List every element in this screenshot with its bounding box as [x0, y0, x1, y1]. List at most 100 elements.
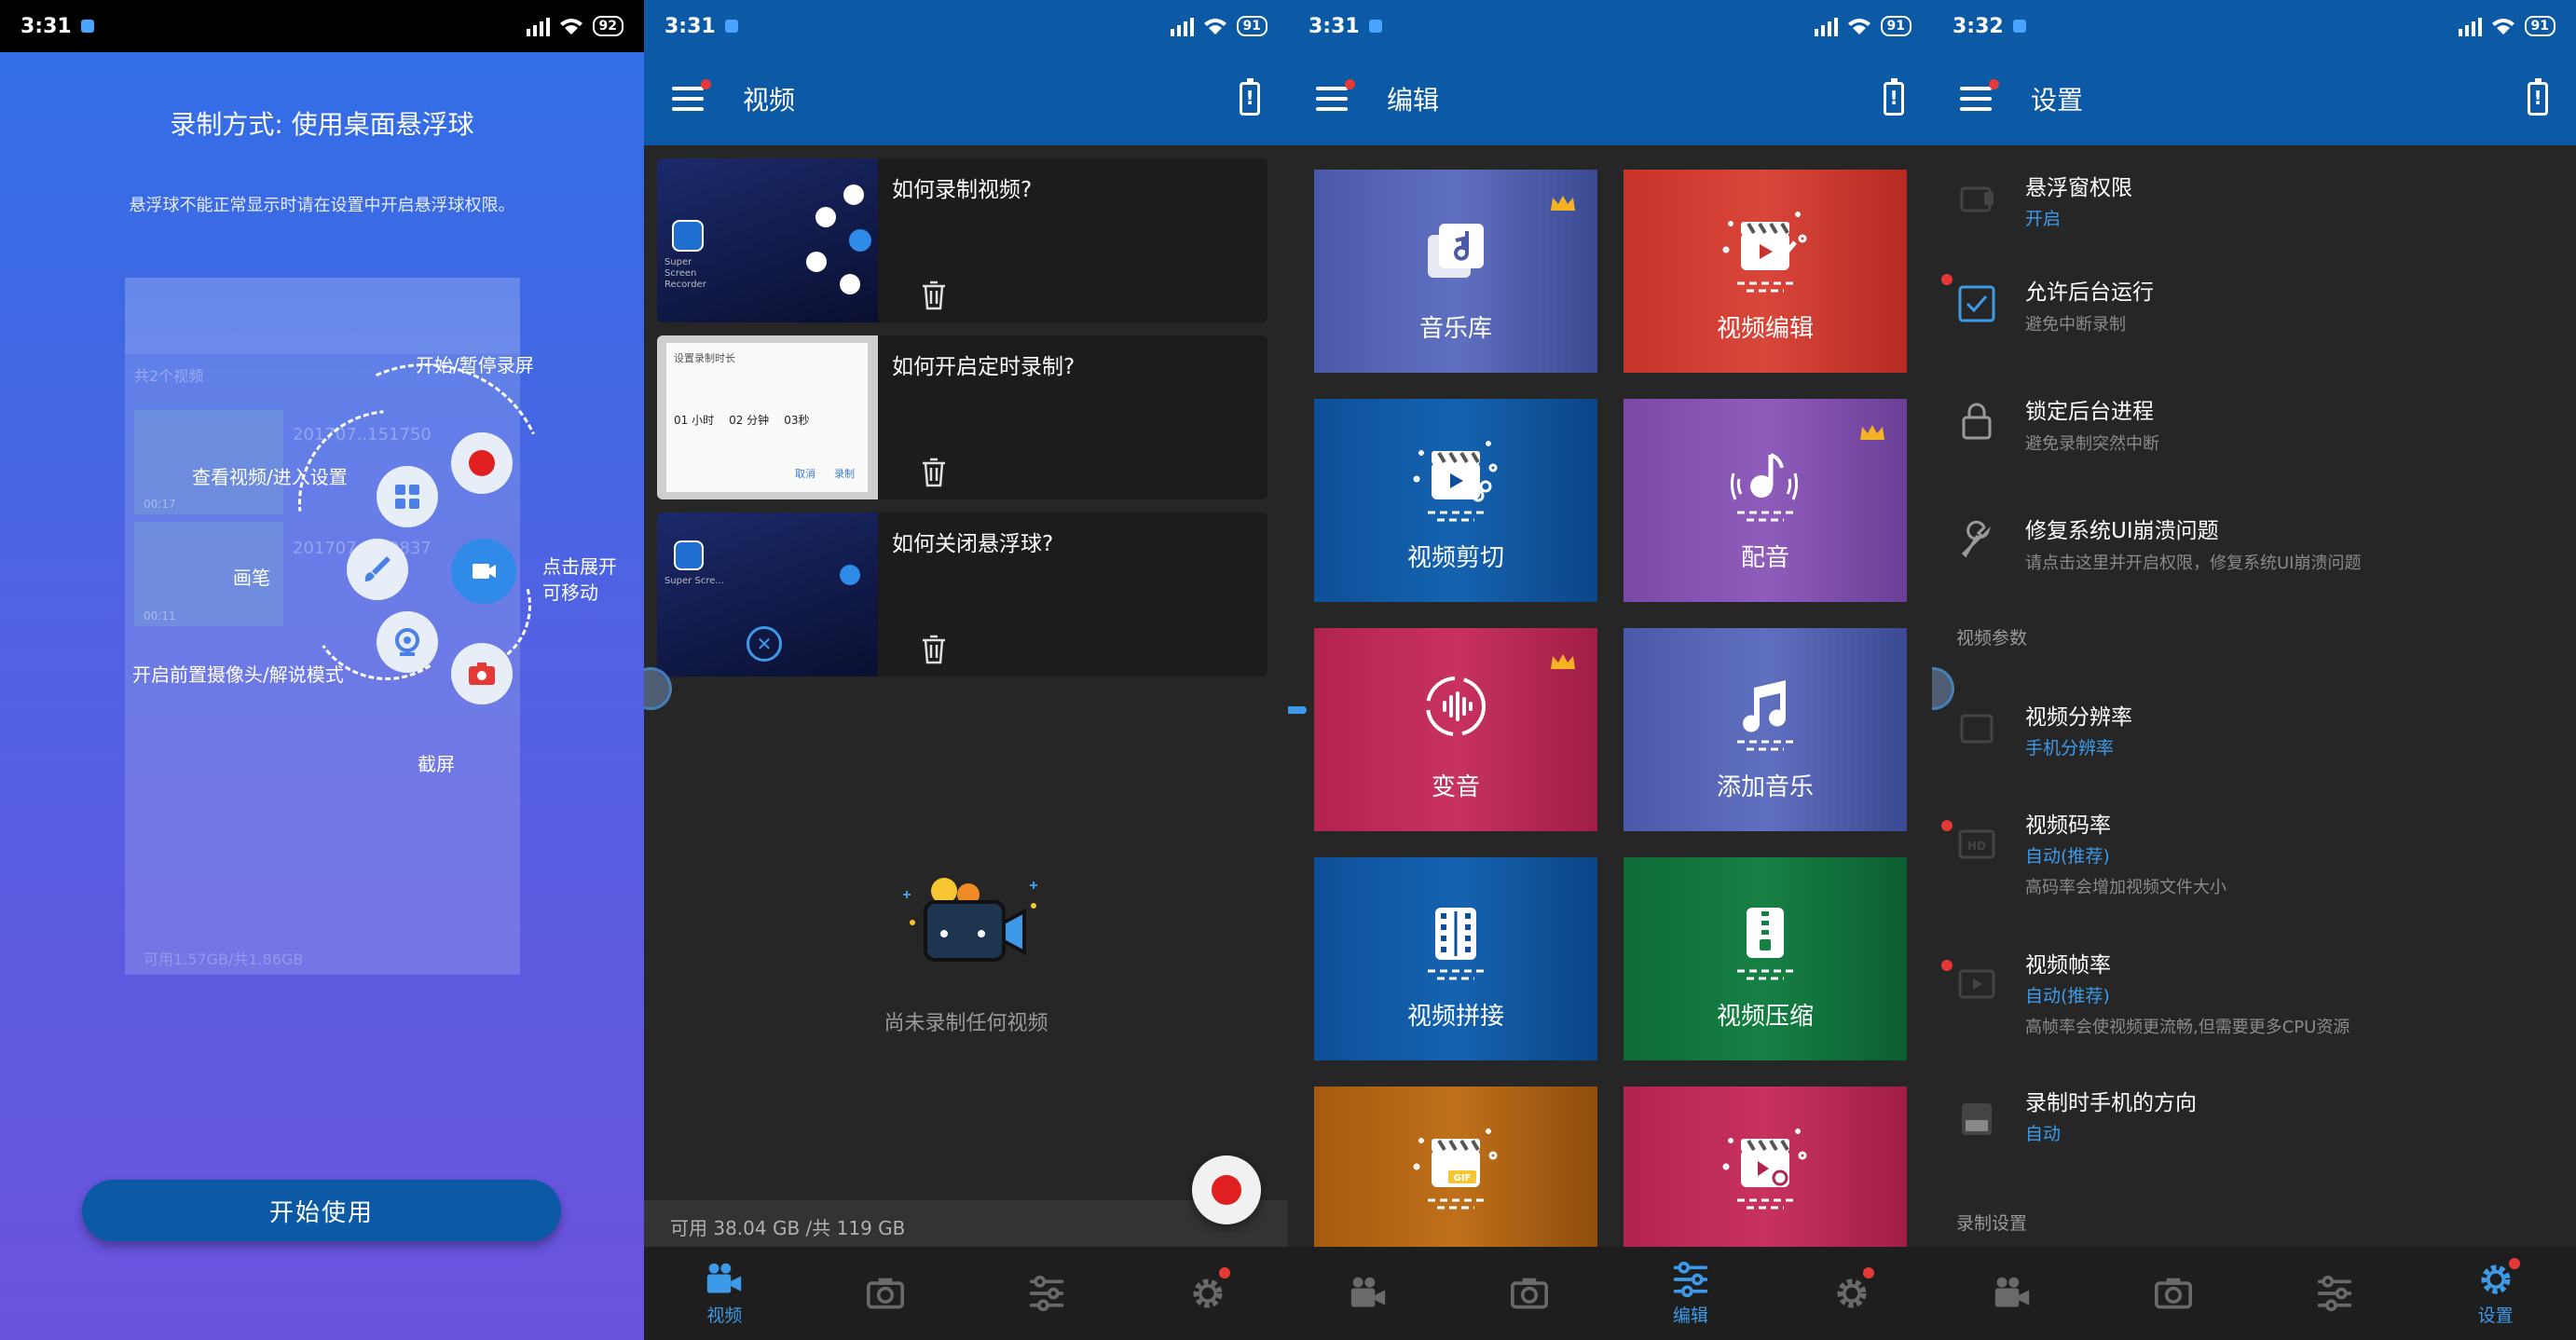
- status-time: 3:31: [665, 14, 716, 38]
- premium-crown-icon: [1858, 423, 1886, 444]
- setting-subtitle: 请点击这里并开启权限，修复系统UI崩溃问题: [2025, 554, 2362, 573]
- video-card[interactable]: 设置录制时长 01 小时 02 分钟 03秒 取消 录制 如何开启定时录制?: [657, 335, 1267, 499]
- video-card[interactable]: Super Screen Recorder 如何录制视频?: [657, 158, 1267, 322]
- nav-screenshot[interactable]: [1449, 1247, 1610, 1340]
- thumbnail-seconds: 03秒: [784, 414, 810, 427]
- nav-settings[interactable]: [1127, 1247, 1288, 1340]
- setting-subtitle: 避免中断录制: [2025, 315, 2126, 335]
- setting-float-permission[interactable]: 悬浮窗权限 开启: [1932, 158, 2576, 252]
- page-subtitle: 悬浮球不能正常显示时请在设置中开启悬浮球权限。: [129, 196, 515, 215]
- label-screenshot: 截屏: [418, 753, 455, 775]
- signal-icon: [2458, 16, 2482, 36]
- empty-state-text: 尚未录制任何视频: [884, 1012, 1048, 1035]
- app-bar: 视频: [644, 52, 1288, 145]
- delete-icon[interactable]: [920, 280, 948, 311]
- close-circle-icon: ✕: [747, 626, 782, 662]
- tile-dubbing[interactable]: 配音: [1624, 399, 1907, 602]
- section-header-video: 视频参数: [1956, 628, 2028, 649]
- brush-float-button[interactable]: [347, 539, 408, 600]
- nav-video[interactable]: [1932, 1247, 2093, 1340]
- setting-resolution[interactable]: 视频分辨率 手机分辨率: [1932, 690, 2576, 783]
- setting-background-run[interactable]: 允许后台运行 避免中断录制: [1932, 263, 2576, 356]
- setting-value: 开启: [2025, 209, 2062, 229]
- setting-subtitle: 避免录制突然中断: [2025, 434, 2159, 454]
- label-view-settings: 查看视频/进入设置: [192, 466, 348, 488]
- battery-alert-icon[interactable]: [1240, 78, 1260, 116]
- nav-settings-label: 设置: [2477, 1305, 2514, 1326]
- thumbnail-brand: Super Scre...: [665, 576, 724, 586]
- battery-alert-icon[interactable]: [1884, 78, 1904, 116]
- record-float-button[interactable]: [451, 432, 513, 494]
- video-card[interactable]: Super Scre... ✕ 如何关闭悬浮球?: [657, 513, 1267, 677]
- thumb-bubble-icon: [806, 252, 827, 272]
- video-merge-icon: [1428, 908, 1484, 980]
- delete-icon[interactable]: [920, 457, 948, 488]
- thumb-bubble-icon: [849, 229, 871, 252]
- record-fab[interactable]: [1192, 1155, 1261, 1224]
- label-movable: 可移动: [542, 581, 598, 604]
- menu-icon[interactable]: [1316, 79, 1355, 111]
- setting-lock-process[interactable]: 锁定后台进程 避免录制突然中断: [1932, 382, 2576, 475]
- nav-edit[interactable]: [966, 1247, 1128, 1340]
- video-thumbnail: Super Scre... ✕: [657, 513, 878, 677]
- nav-settings[interactable]: 设置: [2415, 1247, 2576, 1340]
- nav-video[interactable]: [1288, 1247, 1449, 1340]
- battery-alert-icon[interactable]: [2528, 78, 2548, 116]
- status-bar: 3:31 91: [1288, 0, 1932, 52]
- grid-float-button[interactable]: [377, 466, 438, 527]
- nav-settings[interactable]: [1771, 1247, 1932, 1340]
- setting-bitrate[interactable]: HD 视频码率 自动(推荐) 高码率会增加视频文件大小: [1932, 798, 2576, 909]
- page-title: 编辑: [1387, 85, 1440, 116]
- battery-icon: 91: [1236, 16, 1267, 36]
- gear-icon: [1831, 1275, 1872, 1312]
- delete-icon[interactable]: [920, 634, 948, 665]
- lock-icon: [1962, 403, 1992, 440]
- label-brush: 画笔: [233, 567, 270, 589]
- menu-icon[interactable]: [1960, 79, 1999, 111]
- screenshot-float-button[interactable]: [451, 643, 513, 704]
- app-logo-icon: [674, 540, 704, 570]
- battery-icon: 91: [1880, 16, 1911, 36]
- svg-text:GIF: GIF: [1454, 1173, 1472, 1183]
- tile-label: 视频编辑: [1716, 315, 1814, 343]
- video-camera-icon: [473, 564, 496, 579]
- hd-icon: HD: [1958, 829, 1995, 859]
- thumbnail-brand: Super Screen Recorder: [665, 257, 706, 290]
- front-camera-float-button[interactable]: [377, 611, 438, 673]
- menu-icon[interactable]: [672, 79, 711, 111]
- nav-edit[interactable]: 编辑: [1610, 1247, 1772, 1340]
- app-logo-icon: [672, 220, 704, 252]
- tile-add-music[interactable]: 添加音乐: [1624, 628, 1907, 831]
- setting-fix-system-ui[interactable]: 修复系统UI崩溃问题 请点击这里并开启权限，修复系统UI崩溃问题: [1932, 501, 2576, 595]
- bottom-navigation: 编辑: [1288, 1247, 1932, 1340]
- setting-title: 视频码率: [2025, 814, 2111, 838]
- tile-video-compress[interactable]: 视频压缩: [1624, 857, 1907, 1060]
- setting-orientation[interactable]: 录制时手机的方向 自动: [1932, 1077, 2576, 1170]
- nav-edit[interactable]: [2254, 1247, 2416, 1340]
- setting-subtitle: 高帧率会使视频更流畅,但需要更多CPU资源: [2025, 1018, 2350, 1037]
- signal-icon: [526, 16, 550, 36]
- video-camera-icon: [704, 1261, 745, 1298]
- float-window-icon: [1960, 186, 1994, 212]
- tile-video-edit[interactable]: 视频编辑: [1624, 170, 1907, 373]
- tile-voice-change[interactable]: 变音: [1314, 628, 1597, 831]
- nav-screenshot[interactable]: [2093, 1247, 2254, 1340]
- app-bar: 编辑: [1288, 52, 1932, 145]
- brush-icon: [364, 556, 391, 581]
- video-edit-icon: [1709, 198, 1821, 300]
- main-float-ball[interactable]: [451, 539, 516, 604]
- start-button[interactable]: 开始使用: [82, 1180, 561, 1241]
- nav-screenshot[interactable]: [805, 1247, 966, 1340]
- tile-music-library[interactable]: 音乐库: [1314, 170, 1597, 373]
- setting-title: 视频分辨率: [2025, 705, 2132, 730]
- tile-video-cut[interactable]: 视频剪切: [1314, 399, 1597, 602]
- status-bar: 3:31 92: [0, 0, 644, 52]
- nav-video[interactable]: 视频: [644, 1247, 805, 1340]
- floating-ball-edge[interactable]: [1288, 706, 1307, 714]
- sliders-icon: [1026, 1275, 1067, 1312]
- setting-framerate[interactable]: 视频帧率 自动(推荐) 高帧率会使视频更流畅,但需要更多CPU资源: [1932, 937, 2576, 1049]
- video-title: 如何开启定时录制?: [892, 355, 1076, 379]
- tile-label: 配音: [1740, 544, 1789, 572]
- checkbox-icon[interactable]: [1956, 283, 1997, 324]
- tile-video-merge[interactable]: 视频拼接: [1314, 857, 1597, 1060]
